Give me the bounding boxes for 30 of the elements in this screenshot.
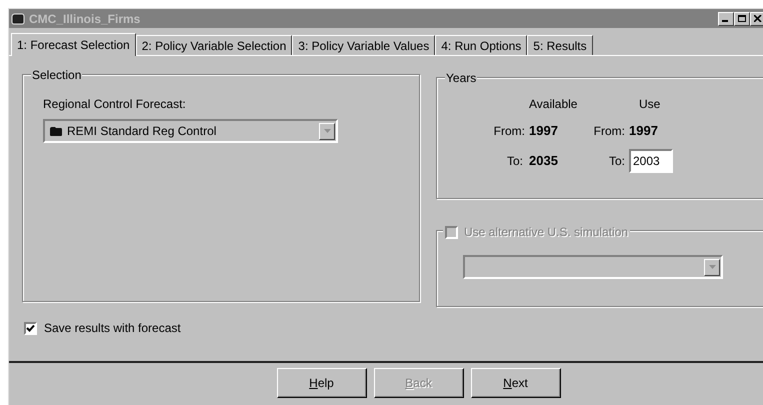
combo-value: REMI Standard Reg Control bbox=[67, 123, 216, 140]
tab[interactable]: 5: Results bbox=[527, 35, 593, 55]
tab[interactable]: 4: Run Options bbox=[435, 35, 528, 55]
tab[interactable]: 1: Forecast Selection bbox=[11, 33, 136, 56]
checkbox-label: Use alternative U.S. simulation bbox=[464, 224, 628, 241]
forecast-dropdown[interactable]: REMI Standard Reg Control bbox=[43, 119, 338, 143]
save-checkbox[interactable] bbox=[24, 322, 37, 334]
checkbox-label: Save results with forecast bbox=[44, 320, 181, 337]
close-icon[interactable] bbox=[750, 12, 763, 26]
folder-icon bbox=[49, 126, 63, 136]
year-value: 1997 bbox=[529, 122, 559, 140]
column-header: Use bbox=[638, 96, 662, 113]
from-label: From: bbox=[592, 122, 626, 140]
year-input[interactable]: 2003 bbox=[629, 148, 673, 172]
to-label: To: bbox=[506, 152, 524, 170]
minimize-icon[interactable] bbox=[718, 12, 734, 26]
field-label: Regional Control Forecast: bbox=[43, 96, 187, 113]
year-value: 1997 bbox=[629, 122, 659, 140]
maximize-icon[interactable] bbox=[734, 12, 750, 26]
dialog-button[interactable]: Next bbox=[470, 368, 560, 398]
column-header: Available bbox=[529, 96, 578, 113]
window-title: CMC_Illinois_Firms bbox=[29, 10, 142, 28]
dialog-button[interactable]: Help bbox=[276, 368, 366, 398]
simulation-dropdown[interactable] bbox=[463, 255, 723, 279]
app-icon bbox=[11, 12, 25, 24]
to-label: To: bbox=[608, 152, 626, 170]
year-value: 2035 bbox=[529, 152, 559, 170]
tab[interactable]: 3: Policy Variable Values bbox=[292, 35, 436, 55]
from-label: From: bbox=[492, 122, 526, 140]
tab[interactable]: 2: Policy Variable Selection bbox=[136, 35, 292, 55]
